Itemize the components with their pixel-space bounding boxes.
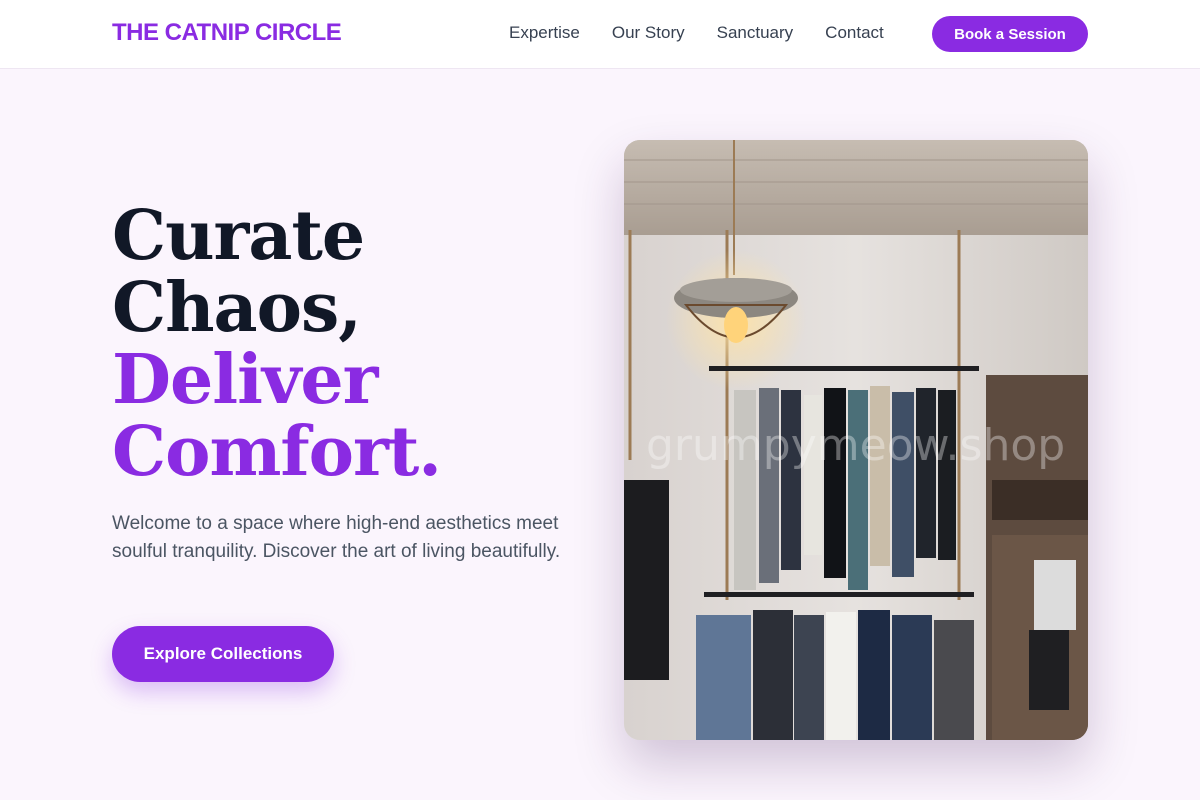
- hero-title-accent-line: Comfort.: [112, 412, 442, 492]
- explore-collections-button[interactable]: Explore Collections: [112, 626, 334, 682]
- hero-title-line: Chaos,: [112, 268, 362, 348]
- book-session-button[interactable]: Book a Session: [932, 16, 1088, 52]
- image-watermark: grumpymeow.shop: [646, 420, 1066, 471]
- site-logo[interactable]: THE CATNIP CIRCLE: [112, 19, 342, 47]
- main-nav: Expertise Our Story Sanctuary Contact: [509, 22, 916, 44]
- nav-link-sanctuary[interactable]: Sanctuary: [717, 22, 794, 44]
- hero-title-line: Curate: [112, 196, 365, 276]
- hero-subtitle: Welcome to a space where high-end aesthe…: [112, 513, 561, 562]
- hero-title-accent-line: Deliver: [112, 340, 378, 420]
- nav-link-expertise[interactable]: Expertise: [509, 22, 580, 44]
- nav-link-contact[interactable]: Contact: [825, 22, 884, 44]
- nav-link-our-story[interactable]: Our Story: [612, 22, 685, 44]
- site-header: THE CATNIP CIRCLE Expertise Our Story Sa…: [0, 0, 1200, 69]
- hero-image: grumpymeow.shop: [624, 140, 1088, 740]
- hero-title: Curate Chaos, Deliver Comfort.: [112, 196, 442, 492]
